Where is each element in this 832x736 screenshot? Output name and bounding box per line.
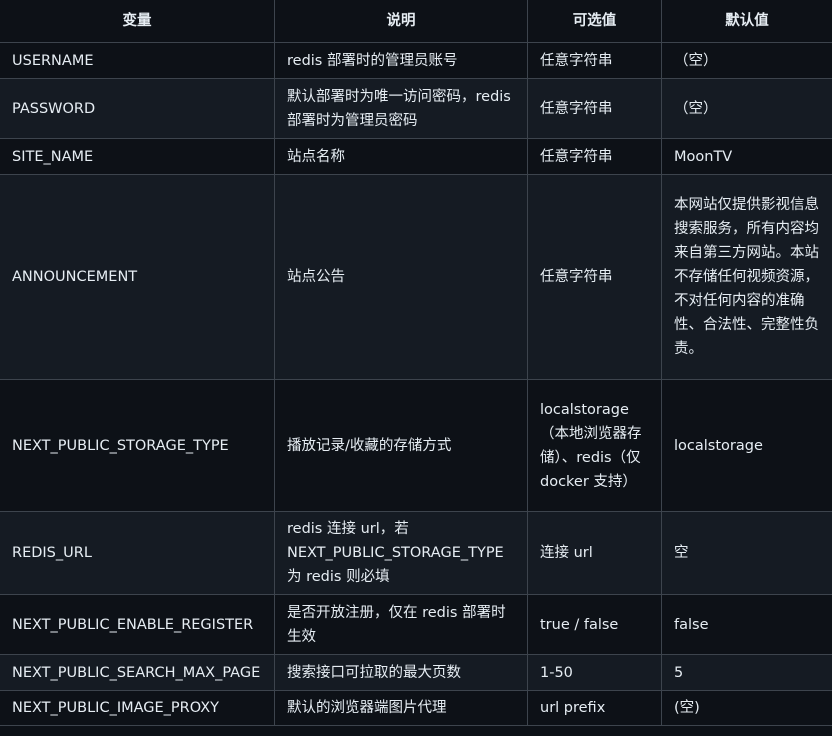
cell-options: localstorage（本地浏览器存储）、redis（仅 docker 支持）	[527, 379, 662, 512]
cell-default: （空）	[661, 42, 832, 79]
cell-default: false	[661, 594, 832, 655]
cell-default: MoonTV	[661, 138, 832, 175]
cell-default: （空）	[661, 78, 832, 139]
header-variable: 变量	[0, 0, 275, 43]
cell-options: 任意字符串	[527, 138, 662, 175]
cell-variable: PASSWORD	[0, 78, 275, 139]
cell-variable: ANNOUNCEMENT	[0, 174, 275, 380]
cell-default: 本网站仅提供影视信息搜索服务，所有内容均来自第三方网站。本站不存储任何视频资源，…	[661, 174, 832, 380]
cell-variable: NEXT_PUBLIC_ENABLE_REGISTER	[0, 594, 275, 655]
cell-description: 默认的浏览器端图片代理	[274, 690, 528, 726]
table-body: USERNAME redis 部署时的管理员账号 任意字符串 （空） PASSW…	[0, 42, 832, 726]
cell-options: 连接 url	[527, 511, 662, 595]
cell-variable: NEXT_PUBLIC_STORAGE_TYPE	[0, 379, 275, 512]
cell-options: 任意字符串	[527, 174, 662, 380]
cell-default: 空	[661, 511, 832, 595]
cell-options: 任意字符串	[527, 42, 662, 79]
header-row: 变量 说明 可选值 默认值	[0, 0, 832, 43]
cell-options: true / false	[527, 594, 662, 655]
cell-description: 站点名称	[274, 138, 528, 175]
cell-options: url prefix	[527, 690, 662, 726]
env-variables-table: 变量 说明 可选值 默认值 USERNAME redis 部署时的管理员账号 任…	[0, 0, 832, 726]
table-row: NEXT_PUBLIC_IMAGE_PROXY 默认的浏览器端图片代理 url …	[0, 690, 832, 726]
cell-description: 播放记录/收藏的存储方式	[274, 379, 528, 512]
header-default: 默认值	[661, 0, 832, 43]
cell-description: 是否开放注册，仅在 redis 部署时生效	[274, 594, 528, 655]
cell-variable: NEXT_PUBLIC_IMAGE_PROXY	[0, 690, 275, 726]
cell-options: 1-50	[527, 654, 662, 691]
table-row: REDIS_URL redis 连接 url，若 NEXT_PUBLIC_STO…	[0, 511, 832, 595]
table-row: USERNAME redis 部署时的管理员账号 任意字符串 （空）	[0, 42, 832, 79]
table-row: NEXT_PUBLIC_STORAGE_TYPE 播放记录/收藏的存储方式 lo…	[0, 379, 832, 512]
header-options: 可选值	[527, 0, 662, 43]
cell-variable: USERNAME	[0, 42, 275, 79]
table-row: NEXT_PUBLIC_ENABLE_REGISTER 是否开放注册，仅在 re…	[0, 594, 832, 655]
table-header: 变量 说明 可选值 默认值	[0, 0, 832, 43]
cell-variable: NEXT_PUBLIC_SEARCH_MAX_PAGE	[0, 654, 275, 691]
cell-description: 默认部署时为唯一访问密码，redis 部署时为管理员密码	[274, 78, 528, 139]
cell-options: 任意字符串	[527, 78, 662, 139]
cell-variable: REDIS_URL	[0, 511, 275, 595]
cell-variable: SITE_NAME	[0, 138, 275, 175]
cell-default: (空)	[661, 690, 832, 726]
header-description: 说明	[274, 0, 528, 43]
table-row: SITE_NAME 站点名称 任意字符串 MoonTV	[0, 138, 832, 175]
table-row: NEXT_PUBLIC_SEARCH_MAX_PAGE 搜索接口可拉取的最大页数…	[0, 654, 832, 691]
table-row: ANNOUNCEMENT 站点公告 任意字符串 本网站仅提供影视信息搜索服务，所…	[0, 174, 832, 380]
cell-description: redis 连接 url，若 NEXT_PUBLIC_STORAGE_TYPE …	[274, 511, 528, 595]
table-row: PASSWORD 默认部署时为唯一访问密码，redis 部署时为管理员密码 任意…	[0, 78, 832, 139]
cell-default: 5	[661, 654, 832, 691]
cell-description: 站点公告	[274, 174, 528, 380]
cell-description: 搜索接口可拉取的最大页数	[274, 654, 528, 691]
cell-default: localstorage	[661, 379, 832, 512]
cell-description: redis 部署时的管理员账号	[274, 42, 528, 79]
